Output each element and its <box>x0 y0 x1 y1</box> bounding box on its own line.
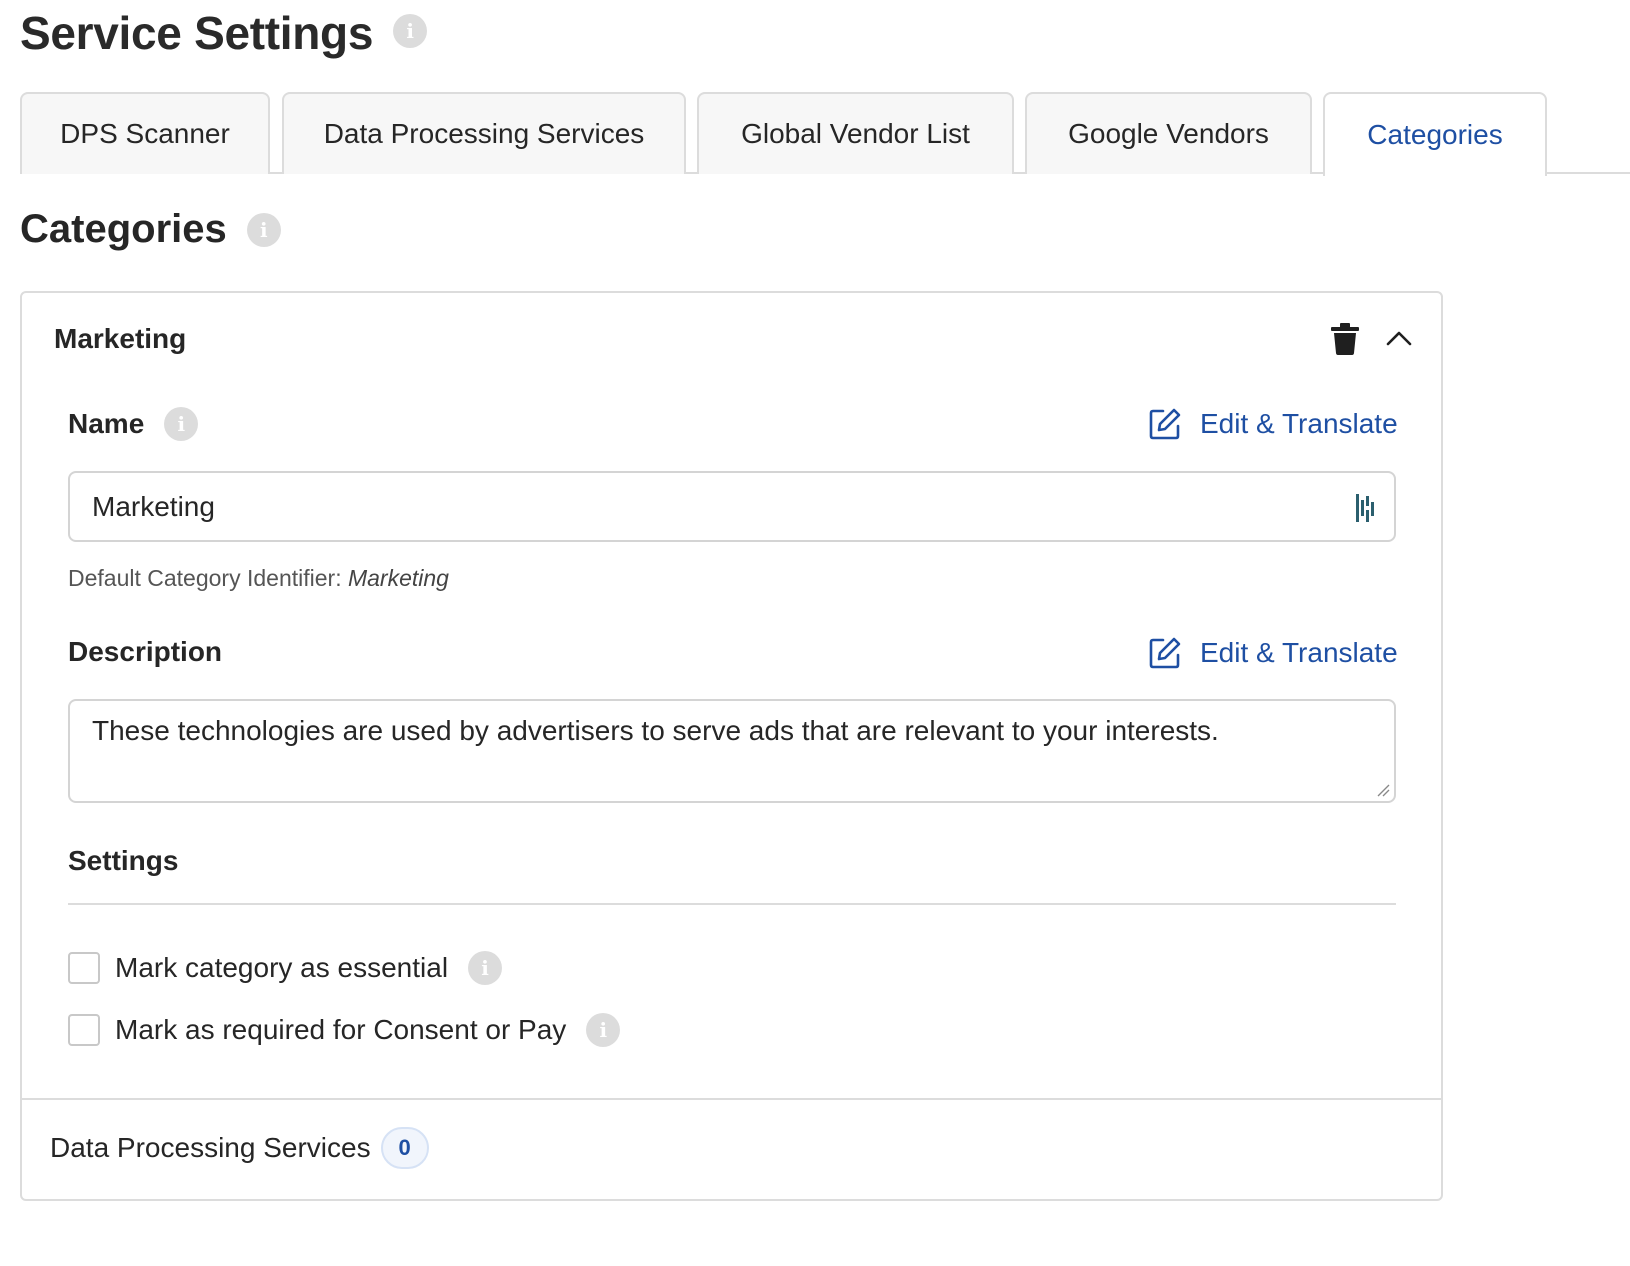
category-identifier-helper: Default Category Identifier: Marketing <box>68 565 449 592</box>
dps-count-badge: 0 <box>380 1127 429 1169</box>
password-manager-icon[interactable] <box>1354 492 1378 524</box>
edit-icon <box>1149 637 1181 669</box>
tab-bar: DPS Scanner Data Processing Services Glo… <box>20 92 1630 176</box>
essential-checkbox[interactable] <box>68 952 100 984</box>
divider <box>68 903 1396 905</box>
info-icon[interactable]: i <box>586 1013 621 1047</box>
settings-heading: Settings <box>68 845 179 876</box>
description-textarea[interactable]: These technologies are used by advertise… <box>68 699 1396 803</box>
edit-translate-label: Edit & Translate <box>1200 637 1398 668</box>
tab-dps-scanner[interactable]: DPS Scanner <box>20 92 270 174</box>
name-edit-translate-link[interactable]: Edit & Translate <box>1148 407 1398 441</box>
page-title: Service Settings <box>20 7 374 59</box>
chevron-up-icon[interactable] <box>1384 323 1414 353</box>
resize-grip-icon[interactable] <box>1376 783 1390 797</box>
data-processing-services-toggle[interactable]: Data Processing Services 0 <box>50 1127 429 1169</box>
description-label: Description <box>68 636 223 667</box>
helper-prefix: Default Category Identifier: <box>68 565 342 591</box>
section-header: Categories i <box>20 207 281 252</box>
essential-checkbox-label[interactable]: Mark category as essential <box>115 952 448 984</box>
helper-identifier: Marketing <box>347 565 449 591</box>
category-card: Marketing Name i Edit & Translate Market… <box>20 291 1443 1201</box>
info-icon[interactable]: i <box>468 951 503 985</box>
tab-data-processing-services[interactable]: Data Processing Services <box>282 92 686 174</box>
essential-option: Mark category as essential i <box>68 951 503 985</box>
consent-or-pay-checkbox[interactable] <box>68 1014 100 1046</box>
info-icon[interactable]: i <box>393 14 428 48</box>
dps-label: Data Processing Services <box>50 1132 371 1163</box>
section-title: Categories <box>20 207 227 251</box>
consent-or-pay-option: Mark as required for Consent or Pay i <box>68 1013 621 1047</box>
edit-icon <box>1149 408 1181 440</box>
name-label-row: Name i <box>68 407 199 441</box>
trash-icon[interactable] <box>1330 323 1360 355</box>
tab-global-vendor-list[interactable]: Global Vendor List <box>697 92 1014 174</box>
name-input[interactable]: Marketing <box>68 471 1396 542</box>
description-edit-translate-link[interactable]: Edit & Translate <box>1148 636 1398 670</box>
name-label: Name <box>68 408 145 439</box>
description-value: These technologies are used by advertise… <box>92 715 1219 746</box>
page-header: Service Settings i <box>20 6 428 60</box>
name-input-value: Marketing <box>92 491 215 522</box>
edit-translate-label: Edit & Translate <box>1200 408 1398 439</box>
divider <box>22 1098 1441 1100</box>
category-title: Marketing <box>54 323 187 354</box>
description-label-row: Description <box>68 636 222 668</box>
info-icon[interactable]: i <box>164 407 199 441</box>
consent-or-pay-checkbox-label[interactable]: Mark as required for Consent or Pay <box>115 1014 566 1046</box>
tab-google-vendors[interactable]: Google Vendors <box>1025 92 1312 174</box>
tab-categories[interactable]: Categories <box>1323 92 1547 176</box>
info-icon[interactable]: i <box>246 212 281 247</box>
